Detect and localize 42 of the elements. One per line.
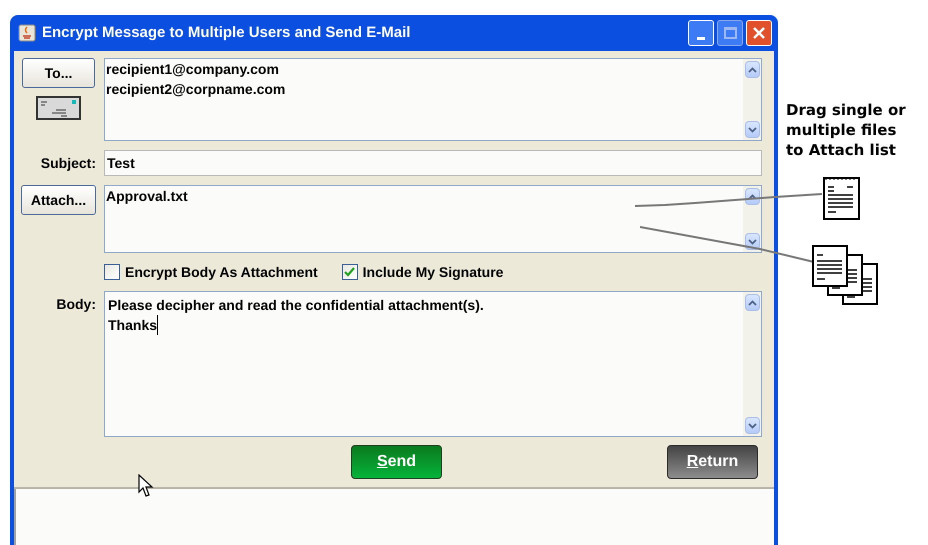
- checkbox[interactable]: [342, 264, 358, 280]
- window-title: Encrypt Message to Multiple Users and Send E-Mail: [42, 22, 412, 43]
- chevron-up-icon: [748, 66, 756, 72]
- scroll-down-button[interactable]: [744, 417, 760, 434]
- close-icon: [752, 26, 766, 40]
- chevron-up-icon: [748, 194, 756, 200]
- mouse-pointer-icon: [138, 474, 155, 498]
- chevron-down-icon: [748, 422, 756, 428]
- attachment-item[interactable]: Approval.txt: [106, 186, 188, 206]
- recipient-address: recipient1@company.com: [106, 60, 279, 79]
- close-button[interactable]: [746, 20, 772, 46]
- subject-field[interactable]: Test: [104, 150, 762, 176]
- body-label: Body:: [55, 295, 96, 314]
- scrollbar[interactable]: [743, 59, 761, 140]
- attachment-list[interactable]: Approval.txt: [104, 185, 762, 253]
- to-button[interactable]: To...: [22, 58, 95, 88]
- checkbox[interactable]: [104, 264, 120, 280]
- scrollbar[interactable]: [743, 186, 761, 252]
- envelope-icon: [36, 96, 81, 120]
- scroll-up-button[interactable]: [744, 294, 760, 311]
- app-icon: [18, 24, 36, 42]
- documents-icon: [812, 243, 880, 305]
- attach-button[interactable]: Attach...: [21, 185, 96, 215]
- body-text-area[interactable]: Please decipher and read the confidential attachment(s). Thanks: [104, 291, 762, 437]
- body-text-line: Please decipher and read the confidential attachment(s).: [108, 296, 484, 315]
- chevron-down-icon: [748, 126, 756, 132]
- recipients-list[interactable]: recipient1@company.com recipient2@corpname.com: [104, 58, 762, 141]
- recipient-address: recipient2@corpname.com: [106, 80, 286, 99]
- return-button[interactable]: Return: [667, 445, 758, 479]
- minimize-button[interactable]: [688, 20, 714, 46]
- scrollbar[interactable]: [743, 292, 761, 436]
- chevron-up-icon: [748, 300, 756, 306]
- annotation-text: Drag single or multiple files to Attach list: [786, 100, 906, 160]
- send-button[interactable]: Send: [351, 445, 442, 479]
- scroll-down-button[interactable]: [744, 121, 760, 138]
- checkbox-label: Include My Signature: [362, 262, 504, 282]
- body-text-line: Thanks: [108, 315, 158, 335]
- document-icon: [823, 175, 861, 221]
- scroll-up-button[interactable]: [744, 61, 760, 78]
- subject-label: Subject:: [40, 154, 96, 173]
- checkbox-label: Encrypt Body As Attachment: [125, 262, 318, 282]
- chevron-down-icon: [748, 238, 756, 244]
